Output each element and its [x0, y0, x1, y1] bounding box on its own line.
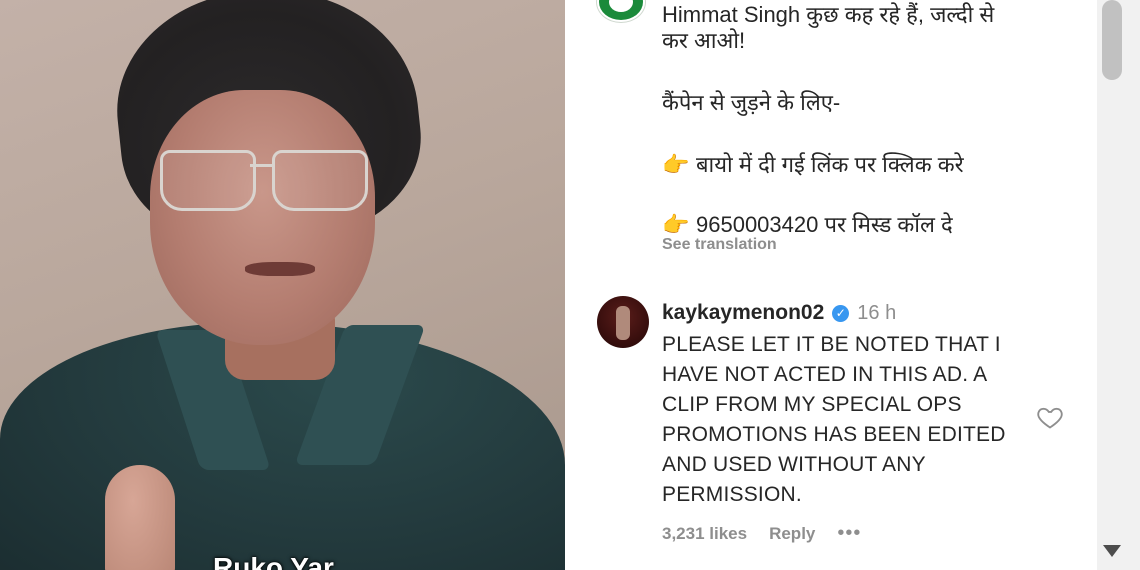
glasses-bridge: [250, 164, 274, 167]
comment-username[interactable]: kaykaymenon02: [662, 301, 824, 325]
mouth: [245, 262, 315, 276]
pointing-hand-icon: 👉: [662, 152, 690, 177]
post-bullet-2-text: 9650003420 पर मिस्ड कॉल दे: [696, 212, 953, 237]
comment-text: PLEASE LET IT BE NOTED THAT I HAVE NOT A…: [662, 333, 1006, 506]
commenter-avatar[interactable]: [597, 296, 649, 348]
post-text-line-2: कर आओ!: [662, 28, 746, 53]
reply-button[interactable]: Reply: [769, 524, 815, 544]
comments-panel: Himmat Singh कुछ कह रहे हैं, जल्दी से कर…: [565, 0, 1140, 570]
comment-timestamp[interactable]: 16 h: [857, 302, 896, 325]
glasses-right-lens: [272, 150, 368, 211]
comment-meta: 3,231 likes Reply •••: [662, 522, 861, 545]
post-text-line-3: कैंपेन से जुड़ने के लिए-: [662, 90, 841, 115]
face: [150, 90, 375, 345]
scrollbar-track[interactable]: [1097, 0, 1140, 570]
video-frame[interactable]: Ruko Yar: [0, 0, 565, 570]
post-bullet-1: 👉 बायो में दी गई लिंक पर क्लिक करे: [662, 150, 964, 180]
poster-avatar[interactable]: [597, 0, 645, 22]
commenter-avatar-figure: [616, 306, 630, 340]
like-heart-icon[interactable]: [1035, 403, 1065, 431]
comment-like-count[interactable]: 3,231 likes: [662, 524, 747, 544]
more-options-icon[interactable]: •••: [837, 522, 861, 545]
verified-badge-icon: ✓: [832, 304, 850, 322]
scroll-down-arrow-icon[interactable]: [1100, 541, 1124, 561]
see-translation-link[interactable]: See translation: [662, 236, 777, 254]
glasses-left-lens: [160, 150, 256, 211]
poster-avatar-logo: [609, 0, 633, 12]
scrollbar-thumb[interactable]: [1102, 0, 1122, 80]
comment-header: kaykaymenon02 ✓ 16 h: [662, 298, 896, 328]
post-bullet-1-text: बायो में दी गई लिंक पर क्लिक करे: [696, 152, 964, 177]
hand: [105, 465, 175, 570]
video-caption: Ruko Yar: [213, 552, 334, 570]
